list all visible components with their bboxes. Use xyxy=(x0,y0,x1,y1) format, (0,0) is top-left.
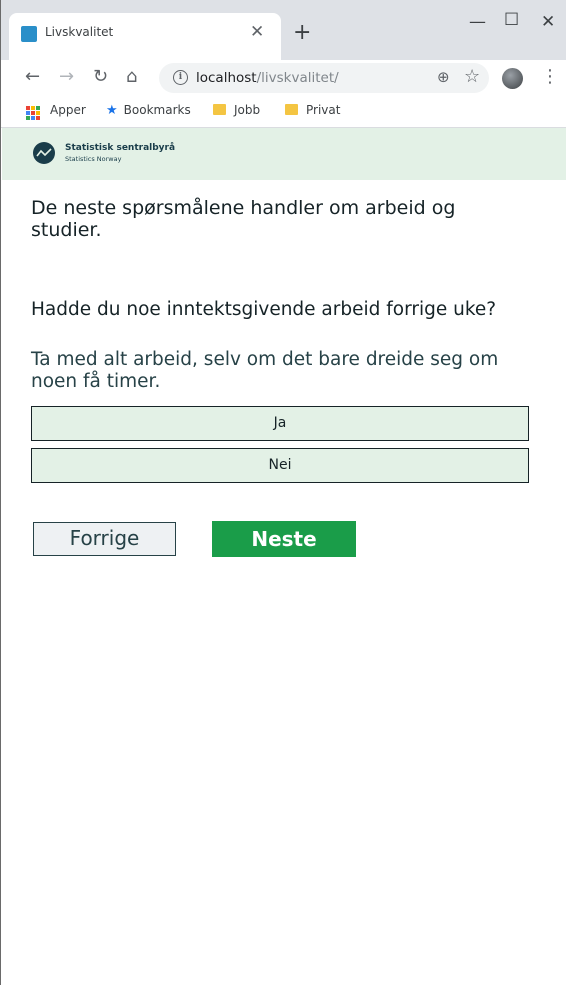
home-icon[interactable]: ⌂ xyxy=(126,66,137,87)
zoom-icon[interactable]: ⊕ xyxy=(437,68,450,86)
previous-button[interactable]: Forrige xyxy=(33,522,176,556)
bookmark-privat[interactable]: Privat xyxy=(285,103,340,117)
browser-toolbar: ← → ↻ ⌂ i localhost/livskvalitet/ ⊕ ☆ ⋮ xyxy=(1,60,566,97)
star-icon: ★ xyxy=(106,103,118,118)
bookmark-star-icon[interactable]: ☆ xyxy=(464,66,480,87)
tab-close-icon[interactable]: ✕ xyxy=(250,22,264,42)
option-ja-button[interactable]: Ja xyxy=(31,406,529,441)
question-help-text: Ta med alt arbeid, selv om det bare drei… xyxy=(31,349,499,392)
address-bar[interactable]: i localhost/livskvalitet/ ⊕ ☆ xyxy=(159,63,489,93)
maximize-icon[interactable]: ☐ xyxy=(504,10,519,30)
back-icon[interactable]: ← xyxy=(25,66,40,87)
info-icon[interactable]: i xyxy=(173,70,188,85)
close-window-icon[interactable]: ✕ xyxy=(541,12,555,32)
org-name: Statistisk sentralbyrå xyxy=(65,143,176,153)
bookmark-jobb[interactable]: Jobb xyxy=(213,103,260,117)
minimize-icon[interactable]: — xyxy=(469,12,486,32)
menu-icon[interactable]: ⋮ xyxy=(541,66,559,87)
bookmarks-bar: Apper ★ Bookmarks Jobb Privat xyxy=(1,97,566,128)
option-nei-button[interactable]: Nei xyxy=(31,448,529,483)
new-tab-icon[interactable]: + xyxy=(293,20,311,45)
section-intro: De neste spørsmålene handler om arbeid o… xyxy=(31,197,456,241)
org-subtitle: Statistics Norway xyxy=(65,155,122,163)
profile-avatar[interactable] xyxy=(502,68,523,89)
site-header xyxy=(2,128,566,180)
next-button[interactable]: Neste xyxy=(212,521,356,557)
apps-grid-icon[interactable] xyxy=(26,106,40,120)
reload-icon[interactable]: ↻ xyxy=(93,66,108,87)
tab-title: Livskvalitet xyxy=(45,25,114,39)
bookmark-bookmarks[interactable]: ★ Bookmarks xyxy=(106,103,191,118)
forward-icon[interactable]: → xyxy=(59,66,74,87)
question-title: Hadde du noe inntektsgivende arbeid forr… xyxy=(31,299,497,320)
browser-window: Livskvalitet ✕ + — ☐ ✕ ← → ↻ ⌂ i localho… xyxy=(0,0,566,985)
ssb-logo-icon[interactable] xyxy=(33,142,55,164)
folder-icon xyxy=(213,104,226,115)
site-favicon-icon xyxy=(21,26,37,42)
folder-icon xyxy=(285,104,298,115)
bookmark-apper[interactable]: Apper xyxy=(50,103,86,117)
url-text: localhost/livskvalitet/ xyxy=(196,70,339,86)
